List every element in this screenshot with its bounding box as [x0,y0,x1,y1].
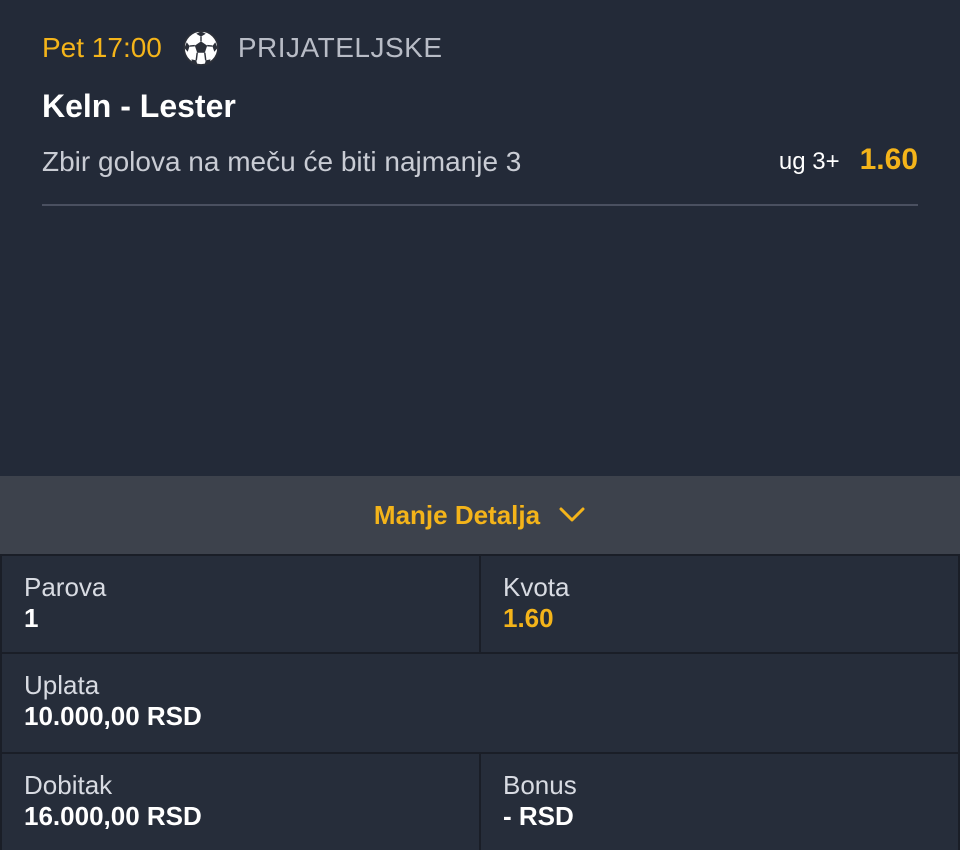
bet-description: Zbir golova na meču će biti najmanje 3 [42,146,522,177]
uplata-label: Uplata [24,670,100,700]
dobitak-value: 16.000,00 RSD [24,801,202,831]
dobitak-cell: Dobitak 16.000,00 RSD [2,754,479,850]
pick-odd: 1.60 [859,143,918,176]
uplata-value: 10.000,00 RSD [24,701,202,731]
bonus-label: Bonus [503,770,577,800]
kvota-value: 1.60 [503,603,554,633]
kvota-cell: Kvota 1.60 [481,556,958,652]
match-title: Keln - Lester [42,88,236,124]
match-meta: Pet 17:00 PRIJATELJSKE [42,29,443,67]
divider [42,204,918,206]
chevron-down-icon [559,507,585,522]
bonus-cell: Bonus - RSD [481,754,958,850]
less-details-toggle[interactable]: Manje Detalja [0,476,960,554]
parova-cell: Parova 1 [2,556,479,652]
soccer-ball-icon [182,29,219,67]
parova-label: Parova [24,572,107,602]
kvota-label: Kvota [503,572,570,602]
bonus-value: - RSD [503,801,574,831]
pick-row: ug 3+ 1.60 [779,143,918,177]
dobitak-label: Dobitak [24,770,113,800]
league-name: PRIJATELJSKE [237,32,443,63]
pick-label: ug 3+ [778,148,840,175]
match-time: Pet 17:00 [42,32,162,63]
parova-value: 1 [24,603,39,633]
uplata-cell: Uplata 10.000,00 RSD [2,654,958,752]
bet-card: Pet 17:00 PRIJATELJSKE Keln - Lester Zbi… [0,0,960,476]
ticket-summary: Parova 1 Kvota 1.60 Uplata 10.000,00 RSD… [0,554,960,850]
toggle-label: Manje Detalja [373,499,541,530]
